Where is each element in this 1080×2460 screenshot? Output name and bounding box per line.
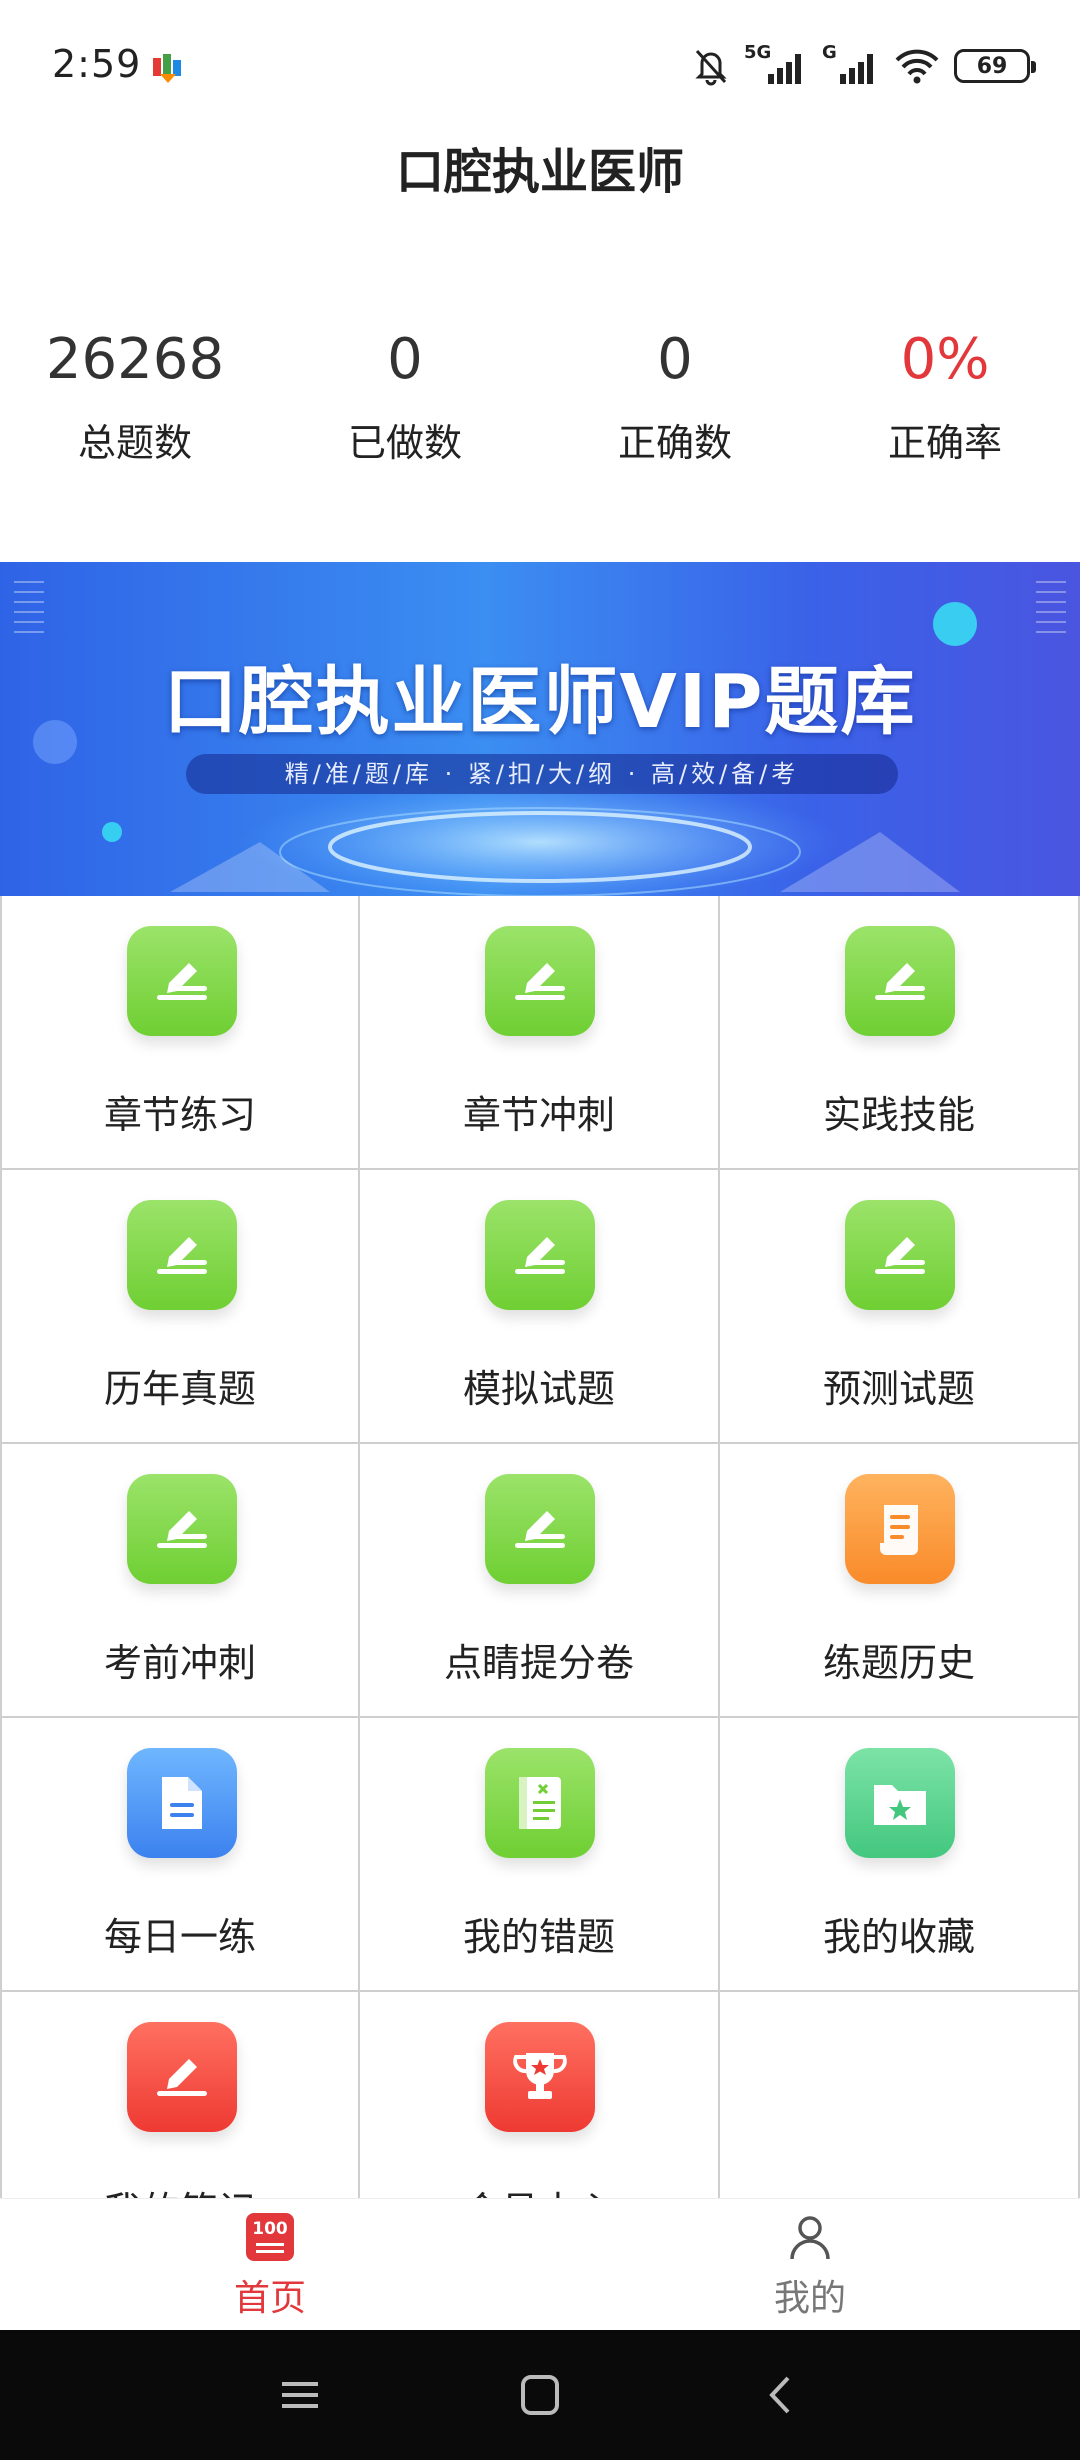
trophy-icon [485, 2022, 595, 2132]
edit-icon [845, 1200, 955, 1310]
grid-item-label: 模拟试题 [462, 1367, 615, 1411]
menu-icon[interactable] [270, 2370, 330, 2420]
wifi-icon [895, 49, 939, 84]
home-icon-badge: 100 [252, 2219, 288, 2239]
grid-item-chapter-practice[interactable]: 章节练习 [0, 896, 360, 1170]
grid-item-label: 我的收藏 [822, 1915, 975, 1959]
grid-item-label: 会员中心 [360, 2180, 718, 2198]
banner-title: 口腔执业医师VIP题库 [163, 659, 917, 745]
grid-item-pre-exam-sprint[interactable]: 考前冲刺 [0, 1444, 360, 1718]
note-icon [127, 2022, 237, 2132]
user-icon [790, 2216, 830, 2260]
home-100-icon: 100 [246, 2213, 294, 2261]
stat-correct: 0 正确数 [540, 320, 810, 480]
grid-item-past-exams[interactable]: 历年真题 [0, 1170, 360, 1444]
nav-home-label: 首页 [233, 2278, 306, 2319]
battery-level: 69 [976, 53, 1008, 79]
app-notification-icon [153, 54, 181, 83]
grid-item-daily-practice[interactable]: 每日一练 [0, 1718, 360, 1992]
grid-item-label: 我的错题 [462, 1915, 615, 1959]
grid-item-label: 章节冲刺 [462, 1093, 615, 1137]
grid-item-label: 考前冲刺 [103, 1641, 256, 1685]
mute-bell-icon [695, 49, 727, 86]
nav-home[interactable]: 100 首页 [0, 2199, 540, 2330]
error-book-icon [485, 1748, 595, 1858]
grid-item-label: 每日一练 [103, 1915, 256, 1959]
grid-item-score-boost-paper[interactable]: 点睛提分卷 [360, 1444, 720, 1718]
grid-item-member-center[interactable]: 会员中心 [360, 1992, 720, 2198]
grid-item-practical-skills[interactable]: 实践技能 [720, 896, 1080, 1170]
edit-icon [127, 1474, 237, 1584]
grid-item-my-mistakes[interactable]: 我的错题 [360, 1718, 720, 1992]
grid-item-predicted-tests[interactable]: 预测试题 [720, 1170, 1080, 1444]
grid-item-mock-tests[interactable]: 模拟试题 [360, 1170, 720, 1444]
stat-done: 0 已做数 [270, 320, 540, 480]
stats-row: 26268 总题数 0 已做数 0 正确数 0% 正确率 [0, 320, 1080, 480]
cell-signal-icon-2: G [822, 42, 880, 86]
grid-item-my-favorites[interactable]: 我的收藏 [720, 1718, 1080, 1992]
grid-item-label: 实践技能 [822, 1093, 975, 1137]
scroll-icon [845, 1474, 955, 1584]
grid-item-chapter-sprint[interactable]: 章节冲刺 [360, 896, 720, 1170]
edit-icon [485, 1474, 595, 1584]
favorite-folder-icon [845, 1748, 955, 1858]
edit-icon [127, 1200, 237, 1310]
vip-banner[interactable]: 口腔执业医师VIP题库 精/准/题/库 · 紧/扣/大/纲 · 高/效/备/考 [0, 562, 1080, 896]
edit-icon [127, 926, 237, 1036]
grid-item-label: 章节练习 [103, 1093, 256, 1137]
edit-icon [845, 926, 955, 1036]
grid-item-practice-history[interactable]: 练题历史 [720, 1444, 1080, 1718]
grid-item-empty [720, 1992, 1080, 2198]
back-icon[interactable] [750, 2370, 810, 2420]
home-icon[interactable] [510, 2370, 570, 2420]
document-icon [127, 1748, 237, 1858]
stat-value: 0% [900, 327, 990, 392]
battery-icon: 69 [954, 49, 1036, 83]
nav-mine[interactable]: 我的 [540, 2199, 1080, 2330]
nav-mine-label: 我的 [773, 2278, 846, 2319]
stat-label: 正确率 [887, 421, 1002, 465]
grid-item-label: 点睛提分卷 [443, 1641, 634, 1685]
stat-accuracy: 0% 正确率 [810, 320, 1080, 480]
stat-value: 0 [387, 327, 423, 392]
bottom-nav: 100 首页 我的 [0, 2198, 1080, 2330]
stat-label: 总题数 [77, 421, 192, 465]
grid-item-label: 练题历史 [822, 1641, 975, 1685]
cell-signal-icon-1: 5G [744, 42, 808, 86]
stat-label: 已做数 [347, 421, 462, 465]
grid-item-my-notes[interactable]: 我的笔记 [0, 1992, 360, 2198]
grid-item-label: 我的笔记 [2, 2180, 358, 2198]
feature-grid: 章节练习 章节冲刺 实践技能 历年真题 模拟试题 预测试题 考前冲刺 点睛提分卷… [0, 896, 1080, 2198]
system-nav-bar [0, 2330, 1080, 2460]
grid-item-label: 历年真题 [103, 1367, 256, 1411]
stat-value: 0 [657, 327, 693, 392]
stat-value: 26268 [45, 327, 225, 392]
status-time: 2:59 [52, 42, 142, 86]
status-icons: 5G G 69 [692, 42, 1036, 88]
status-bar: 2:59 5G G 69 [0, 0, 1080, 130]
grid-item-label: 预测试题 [822, 1367, 975, 1411]
edit-icon [485, 926, 595, 1036]
edit-icon [485, 1200, 595, 1310]
banner-subtitle: 精/准/题/库 · 紧/扣/大/纲 · 高/效/备/考 [186, 754, 898, 794]
page-title: 口腔执业医师 [395, 144, 684, 200]
stat-total: 26268 总题数 [0, 320, 270, 480]
stat-label: 正确数 [617, 421, 732, 465]
